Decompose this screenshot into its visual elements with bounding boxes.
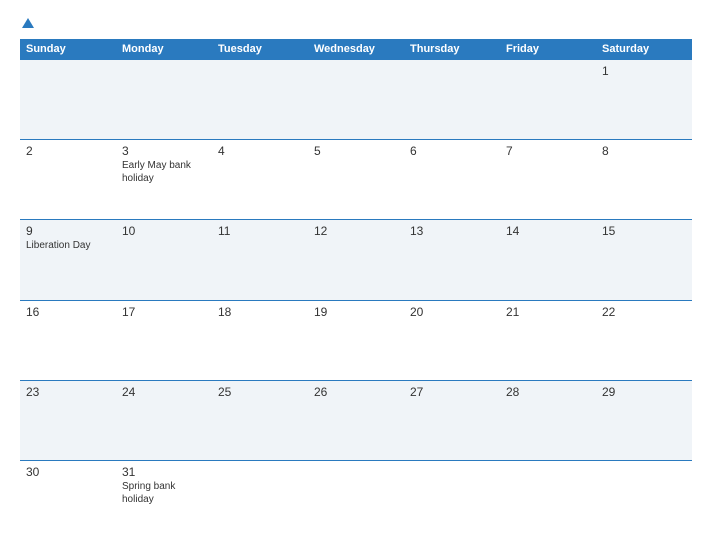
calendar-cell	[116, 60, 212, 139]
calendar-cell	[20, 60, 116, 139]
calendar-cell: 11	[212, 220, 308, 299]
calendar-cell: 27	[404, 381, 500, 460]
day-number: 8	[602, 144, 686, 158]
calendar-cell	[500, 461, 596, 540]
calendar-cell: 21	[500, 301, 596, 380]
calendar-cell	[500, 60, 596, 139]
calendar-week-5: 23 24 25 26 27 28 29	[20, 380, 692, 460]
calendar-cell: 30	[20, 461, 116, 540]
calendar-cell	[404, 60, 500, 139]
calendar-cell: 26	[308, 381, 404, 460]
calendar: Sunday Monday Tuesday Wednesday Thursday…	[20, 39, 692, 540]
calendar-cell: 1	[596, 60, 692, 139]
day-number: 21	[506, 305, 590, 319]
calendar-cell: 15	[596, 220, 692, 299]
day-number: 20	[410, 305, 494, 319]
day-number: 19	[314, 305, 398, 319]
day-number: 4	[218, 144, 302, 158]
calendar-cell: 29	[596, 381, 692, 460]
calendar-cell: 17	[116, 301, 212, 380]
calendar-cell: 3Early May bank holiday	[116, 140, 212, 219]
day-number: 18	[218, 305, 302, 319]
day-number: 2	[26, 144, 110, 158]
calendar-header: Sunday Monday Tuesday Wednesday Thursday…	[20, 39, 692, 59]
day-number: 30	[26, 465, 110, 479]
calendar-cell: 9Liberation Day	[20, 220, 116, 299]
header-saturday: Saturday	[596, 39, 692, 59]
day-number: 11	[218, 224, 302, 238]
day-number: 17	[122, 305, 206, 319]
calendar-week-4: 16 17 18 19 20 21 22	[20, 300, 692, 380]
calendar-week-3: 9Liberation Day 10 11 12 13 14 15	[20, 219, 692, 299]
calendar-cell	[212, 461, 308, 540]
day-number: 31	[122, 465, 206, 479]
logo	[20, 18, 34, 29]
calendar-cell: 8	[596, 140, 692, 219]
calendar-cell: 28	[500, 381, 596, 460]
page-header	[20, 18, 692, 29]
day-number: 29	[602, 385, 686, 399]
calendar-cell	[308, 461, 404, 540]
day-number: 7	[506, 144, 590, 158]
day-number: 28	[506, 385, 590, 399]
day-number: 5	[314, 144, 398, 158]
calendar-page: Sunday Monday Tuesday Wednesday Thursday…	[0, 0, 712, 550]
calendar-cell	[212, 60, 308, 139]
calendar-cell: 13	[404, 220, 500, 299]
day-number: 16	[26, 305, 110, 319]
calendar-cell: 12	[308, 220, 404, 299]
day-number: 1	[602, 64, 686, 78]
calendar-cell: 7	[500, 140, 596, 219]
header-sunday: Sunday	[20, 39, 116, 59]
day-number: 3	[122, 144, 206, 158]
header-tuesday: Tuesday	[212, 39, 308, 59]
calendar-week-6: 30 31Spring bank holiday	[20, 460, 692, 540]
calendar-cell: 6	[404, 140, 500, 219]
calendar-cell: 31Spring bank holiday	[116, 461, 212, 540]
day-number: 27	[410, 385, 494, 399]
header-wednesday: Wednesday	[308, 39, 404, 59]
day-number: 26	[314, 385, 398, 399]
calendar-body: 123Early May bank holiday456789Liberatio…	[20, 59, 692, 540]
day-number: 23	[26, 385, 110, 399]
day-number: 14	[506, 224, 590, 238]
calendar-cell: 25	[212, 381, 308, 460]
header-monday: Monday	[116, 39, 212, 59]
event-label: Spring bank holiday	[122, 480, 206, 506]
logo-triangle-icon	[22, 18, 34, 28]
day-number: 6	[410, 144, 494, 158]
day-number: 15	[602, 224, 686, 238]
day-number: 25	[218, 385, 302, 399]
calendar-cell: 16	[20, 301, 116, 380]
calendar-cell	[596, 461, 692, 540]
calendar-cell: 4	[212, 140, 308, 219]
calendar-cell: 2	[20, 140, 116, 219]
calendar-cell: 18	[212, 301, 308, 380]
day-number: 12	[314, 224, 398, 238]
calendar-cell: 23	[20, 381, 116, 460]
day-number: 10	[122, 224, 206, 238]
header-thursday: Thursday	[404, 39, 500, 59]
calendar-cell: 20	[404, 301, 500, 380]
header-friday: Friday	[500, 39, 596, 59]
calendar-week-1: 1	[20, 59, 692, 139]
day-number: 22	[602, 305, 686, 319]
calendar-cell: 22	[596, 301, 692, 380]
event-label: Liberation Day	[26, 239, 110, 252]
day-number: 24	[122, 385, 206, 399]
calendar-cell: 14	[500, 220, 596, 299]
calendar-cell: 24	[116, 381, 212, 460]
day-number: 13	[410, 224, 494, 238]
calendar-cell: 10	[116, 220, 212, 299]
calendar-week-2: 23Early May bank holiday45678	[20, 139, 692, 219]
calendar-cell: 19	[308, 301, 404, 380]
calendar-cell: 5	[308, 140, 404, 219]
calendar-cell	[308, 60, 404, 139]
event-label: Early May bank holiday	[122, 159, 206, 185]
day-number: 9	[26, 224, 110, 238]
calendar-cell	[404, 461, 500, 540]
logo-blue-text	[20, 18, 34, 29]
